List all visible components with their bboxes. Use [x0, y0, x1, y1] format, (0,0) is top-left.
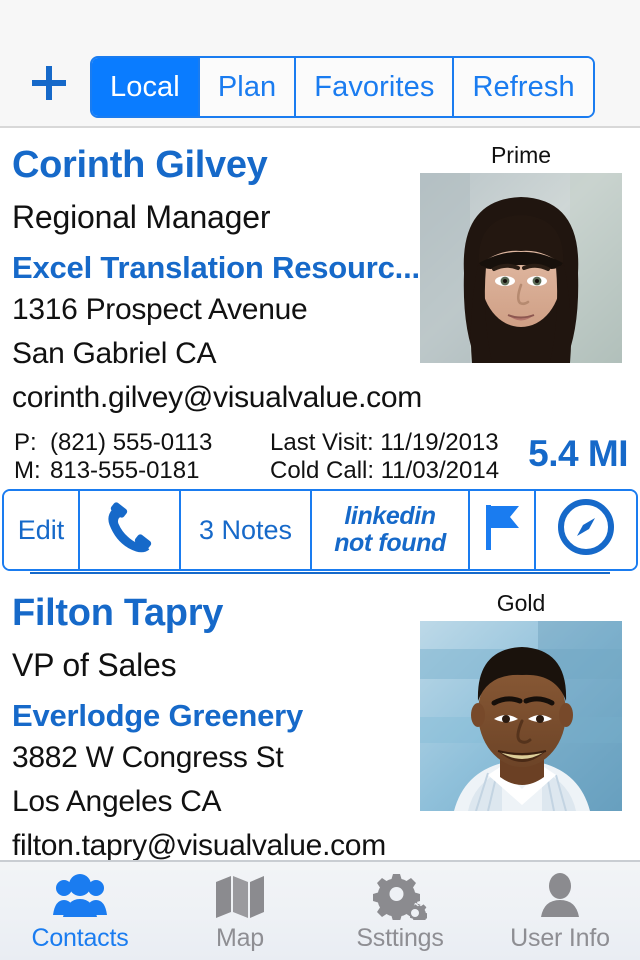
linkedin-status-button[interactable]: linkedin not found [310, 491, 468, 569]
tab-user-info[interactable]: User Info [480, 862, 640, 960]
user-icon [536, 872, 584, 920]
contact-visit-block: Last Visit: 11/19/2013 Cold Call: 11/03/… [270, 429, 499, 485]
mobile-label: M: [14, 457, 41, 484]
segment-local[interactable]: Local [92, 58, 198, 116]
contact-card[interactable]: Gold Filton Tapry VP of Sales Everlodge … [0, 576, 640, 861]
call-button[interactable] [78, 491, 179, 569]
segment-plan[interactable]: Plan [197, 58, 295, 116]
gear-icon [373, 872, 427, 920]
contact-phone-block: P: (821) 555-0113 M: 813-555-0181 [14, 429, 212, 485]
add-contact-button[interactable] [26, 60, 72, 106]
tier-badge: Gold [496, 590, 546, 616]
distance-value: 5.4 MI [528, 433, 628, 474]
segment-refresh[interactable]: Refresh [452, 58, 593, 116]
avatar[interactable] [420, 621, 622, 811]
tab-label: User Info [510, 924, 610, 952]
contact-photo-block: Gold [420, 592, 622, 811]
tab-label: Contacts [31, 924, 129, 952]
contact-details: Gold Filton Tapry VP of Sales Everlodge … [0, 576, 640, 861]
phone-label: P: [14, 429, 37, 456]
contact-action-bar: Edit 3 Notes linkedin not found [2, 489, 638, 571]
card-divider [30, 572, 610, 574]
phone-icon [102, 499, 158, 562]
contact-photo-block: Prime [420, 144, 622, 363]
tab-map[interactable]: Map [160, 862, 320, 960]
map-icon [214, 872, 266, 920]
contact-email[interactable]: corinth.gilvey@visualvalue.com [12, 369, 640, 413]
tab-label: Map [215, 924, 265, 952]
top-bar: Local Plan Favorites Refresh [0, 0, 640, 128]
notes-button[interactable]: 3 Notes [179, 491, 310, 569]
flag-button[interactable] [468, 491, 534, 569]
tab-label: Ssttings [356, 924, 444, 952]
contact-card[interactable]: Prime Corinth Gilvey Regional Manager Ex… [0, 128, 640, 571]
compass-icon [557, 498, 615, 563]
segment-favorites[interactable]: Favorites [294, 58, 453, 116]
edit-button[interactable]: Edit [4, 491, 78, 569]
tab-contacts[interactable]: Contacts [0, 862, 160, 960]
tab-settings[interactable]: Ssttings [320, 862, 480, 960]
last-visit-text: Last Visit: 11/19/2013 [270, 429, 499, 456]
tier-badge: Prime [490, 142, 552, 168]
phone-value[interactable]: (821) 555-0113 [50, 429, 212, 456]
bottom-tab-bar: Contacts Map Ssttings User Info [0, 860, 640, 960]
contacts-icon [52, 872, 108, 920]
navigate-button[interactable] [534, 491, 636, 569]
mobile-value[interactable]: 813-555-0181 [50, 457, 199, 484]
avatar[interactable] [420, 173, 622, 363]
contact-details: Prime Corinth Gilvey Regional Manager Ex… [0, 128, 640, 413]
cold-call-text: Cold Call: 11/03/2014 [270, 457, 500, 484]
contact-email[interactable]: filton.tapry@visualvalue.com [12, 817, 640, 861]
view-segmented-control[interactable]: Local Plan Favorites Refresh [90, 56, 595, 118]
linkedin-line2: not found [334, 529, 446, 557]
flag-icon [479, 501, 525, 560]
contact-meta-row: P: (821) 555-0113 M: 813-555-0181 Last Vis… [0, 429, 640, 485]
linkedin-line1: linkedin [344, 502, 436, 530]
